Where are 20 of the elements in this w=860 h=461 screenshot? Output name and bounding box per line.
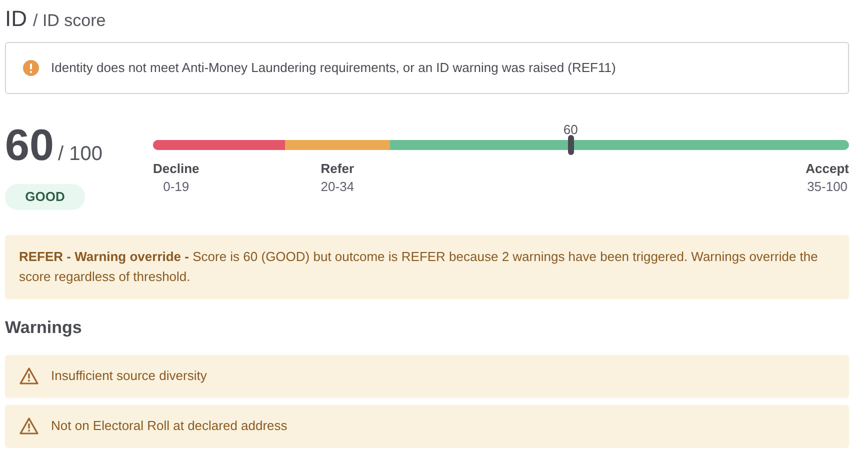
score-value: 60 [5,120,54,172]
exclamation-icon [23,60,39,76]
warning-text: Insufficient source diversity [51,367,207,386]
band-label: Decline [153,160,200,178]
rating-badge: GOOD [5,184,85,210]
warning-icon [19,417,39,435]
band-range: 0-19 [163,178,190,196]
alert-text: Identity does not meet Anti-Money Laundering requirements, or an ID warning was raised (REF11) [51,59,616,78]
band-label: Refer [320,160,354,178]
marker-label: 60 [563,121,578,139]
band-range: 20-34 [320,178,354,196]
section-heading: Warnings [5,317,83,339]
override-message: REFER - Warning override - Score is 60 (GOOD) but outcome is REFER because 2 warnings have been triggered. Warnings override the score regardless of threshold. [19,248,819,286]
page-title: ID [5,5,27,33]
score-max: / 100 [58,142,102,167]
warning-text: Not on Electoral Roll at declared address [51,417,288,436]
band-range: 35-100 [807,178,848,196]
page-subtitle: / ID score [33,10,106,32]
warning-icon [19,367,39,385]
band-label: Accept [806,160,849,178]
